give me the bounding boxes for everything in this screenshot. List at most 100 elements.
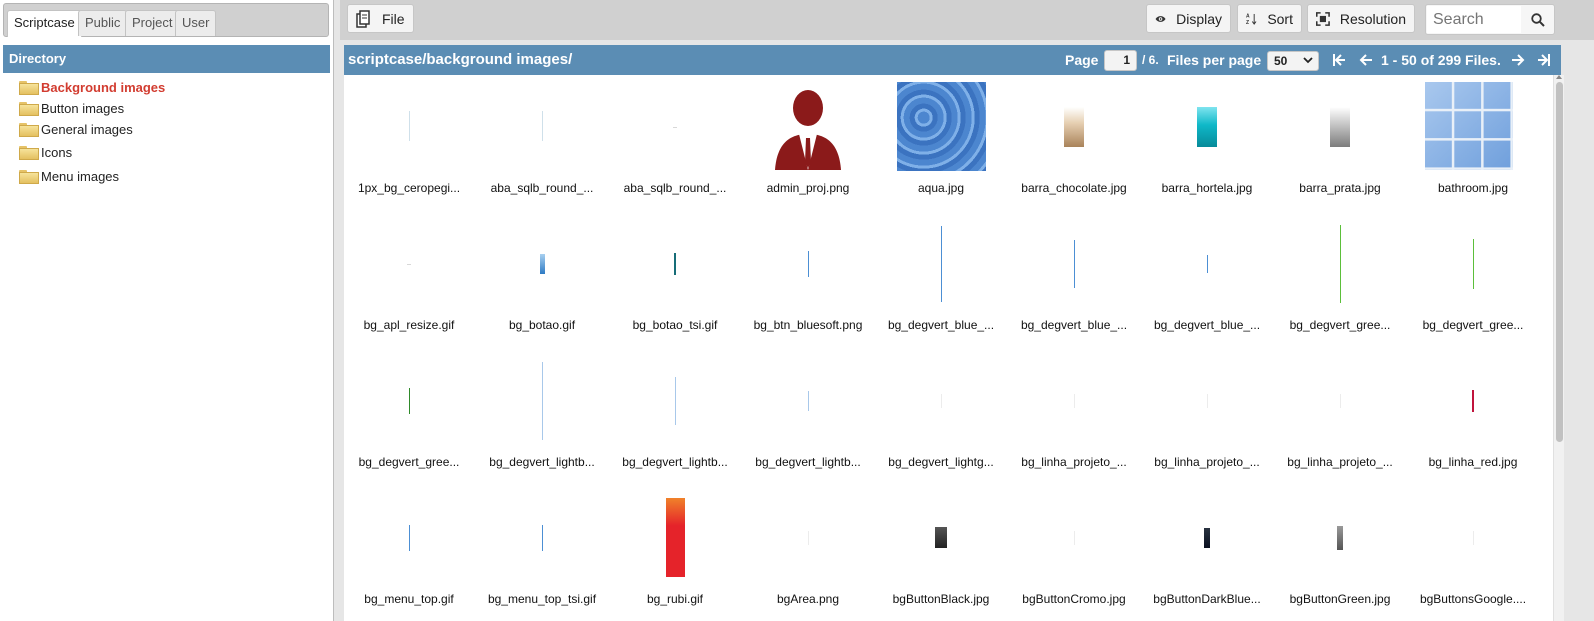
file-thumbnail (344, 488, 474, 588)
file-item[interactable]: bg_botao.gif (477, 214, 607, 351)
file-thumbnail (610, 488, 740, 588)
resolution-button[interactable]: Resolution (1307, 4, 1415, 33)
file-thumbnail (1009, 488, 1139, 588)
display-button[interactable]: Display (1146, 4, 1231, 33)
file-item[interactable]: bg_degvert_lightb... (743, 351, 873, 488)
file-thumbnail (1009, 77, 1139, 177)
svg-text:Z: Z (1246, 20, 1249, 26)
file-icon (356, 9, 370, 28)
tree-item-icons[interactable]: Icons (19, 143, 72, 161)
toolbar: File Display A Z Sort Resolution (340, 0, 1594, 40)
file-item[interactable]: barra_hortela.jpg (1142, 77, 1272, 214)
previous-page-icon[interactable] (1359, 53, 1373, 67)
file-thumbnail (477, 351, 607, 451)
file-item[interactable]: bgButtonsGoogle.... (1408, 488, 1538, 621)
directory-header: Directory (3, 45, 330, 73)
scrollbar-thumb[interactable] (1556, 82, 1563, 442)
file-name: aqua.jpg (917, 181, 965, 195)
file-item[interactable]: bg_rubi.gif (610, 488, 740, 621)
file-item[interactable]: bg_degvert_lightb... (477, 351, 607, 488)
file-item[interactable]: aba_sqlb_round_... (477, 77, 607, 214)
next-page-icon[interactable] (1511, 53, 1525, 67)
tree-item-background-images[interactable]: Background images (19, 78, 165, 96)
file-item[interactable]: bg_apl_resize.gif (344, 214, 474, 351)
file-item[interactable]: barra_chocolate.jpg (1009, 77, 1139, 214)
file-item[interactable]: bg_botao_tsi.gif (610, 214, 740, 351)
file-item[interactable]: admin_proj.png (743, 77, 873, 214)
file-item[interactable]: bgButtonGreen.jpg (1275, 488, 1405, 621)
file-name: bg_linha_red.jpg (1428, 455, 1518, 469)
tree-item-button-images[interactable]: Button images (19, 99, 124, 117)
file-name: barra_prata.jpg (1299, 181, 1381, 195)
file-name: bg_degvert_blue_... (1153, 318, 1261, 332)
file-item[interactable]: bg_degvert_blue_... (1009, 214, 1139, 351)
file-item[interactable]: bgButtonBlack.jpg (876, 488, 1006, 621)
page-total: / 6. (1142, 53, 1159, 67)
file-item[interactable]: aqua.jpg (876, 77, 1006, 214)
file-item[interactable]: bg_btn_bluesoft.png (743, 214, 873, 351)
folder-icon (19, 146, 39, 160)
tab-project[interactable]: Project (125, 10, 180, 36)
file-thumbnail (1142, 77, 1272, 177)
file-item[interactable]: barra_prata.jpg (1275, 77, 1405, 214)
file-name: 1px_bg_ceropegi... (357, 181, 461, 195)
file-thumbnail (1408, 488, 1538, 588)
file-button[interactable]: File (347, 4, 414, 33)
file-item[interactable]: bg_menu_top_tsi.gif (477, 488, 607, 621)
file-item[interactable]: 1px_bg_ceropegi... (344, 77, 474, 214)
grid-scrollbar[interactable] (1553, 75, 1564, 621)
file-item[interactable]: bg_linha_projeto_... (1275, 351, 1405, 488)
first-page-icon[interactable] (1332, 53, 1346, 67)
file-item[interactable]: bg_degvert_blue_... (1142, 214, 1272, 351)
tab-public[interactable]: Public (78, 10, 128, 36)
file-name: bg_menu_top.gif (364, 592, 454, 606)
file-item[interactable]: bgButtonCromo.jpg (1009, 488, 1139, 621)
search-input[interactable] (1427, 6, 1521, 33)
sort-button[interactable]: A Z Sort (1237, 4, 1302, 33)
file-item[interactable]: bg_linha_projeto_... (1142, 351, 1272, 488)
file-item[interactable]: bg_degvert_gree... (1275, 214, 1405, 351)
file-thumbnail (1408, 351, 1538, 451)
file-name: bg_linha_projeto_... (1287, 455, 1393, 469)
file-item[interactable]: bg_menu_top.gif (344, 488, 474, 621)
file-name: bg_degvert_blue_... (887, 318, 995, 332)
file-item[interactable]: bg_degvert_lightg... (876, 351, 1006, 488)
tree-item-label: General images (41, 121, 133, 137)
tree-item-general-images[interactable]: General images (19, 120, 133, 138)
file-item[interactable]: bg_degvert_blue_... (876, 214, 1006, 351)
tab-scriptcase[interactable]: Scriptcase (7, 10, 82, 37)
path-bar: scriptcase/background images/ Page 1 / 6… (344, 45, 1561, 75)
search-button[interactable] (1522, 6, 1553, 33)
file-item[interactable]: bg_degvert_gree... (1408, 214, 1538, 351)
file-name: admin_proj.png (766, 181, 850, 195)
page-number-input[interactable]: 1 (1104, 50, 1137, 71)
file-thumbnail (1142, 214, 1272, 314)
file-item[interactable]: aba_sqlb_round_... (610, 77, 740, 214)
file-name: bg_btn_bluesoft.png (753, 318, 863, 332)
chevron-down-icon (1303, 57, 1313, 64)
tree-item-menu-images[interactable]: Menu images (19, 167, 119, 185)
file-thumbnail (1275, 351, 1405, 451)
folder-icon (19, 170, 39, 184)
file-thumbnail (743, 214, 873, 314)
file-item[interactable]: bathroom.jpg (1408, 77, 1538, 214)
file-item[interactable]: bgArea.png (743, 488, 873, 621)
file-item[interactable]: bg_linha_red.jpg (1408, 351, 1538, 488)
scroll-up-arrow[interactable] (1556, 75, 1562, 79)
file-item[interactable]: bgButtonDarkBlue... (1142, 488, 1272, 621)
file-thumbnail (610, 77, 740, 177)
files-per-page-select[interactable]: 50 (1267, 51, 1319, 71)
file-item[interactable]: bg_degvert_gree... (344, 351, 474, 488)
tab-user[interactable]: User (175, 10, 217, 36)
file-thumbnail (1142, 351, 1272, 451)
page-label: Page (1065, 52, 1099, 68)
file-name: aba_sqlb_round_... (623, 181, 727, 195)
file-thumbnail (876, 351, 1006, 451)
eye-icon (1155, 15, 1166, 22)
file-thumbnail (610, 214, 740, 314)
last-page-icon[interactable] (1537, 53, 1551, 67)
file-item[interactable]: bg_degvert_lightb... (610, 351, 740, 488)
file-item[interactable]: bg_linha_projeto_... (1009, 351, 1139, 488)
file-name: bg_degvert_lightb... (755, 455, 861, 469)
file-range: 1 - 50 of 299 Files. (1381, 52, 1501, 68)
